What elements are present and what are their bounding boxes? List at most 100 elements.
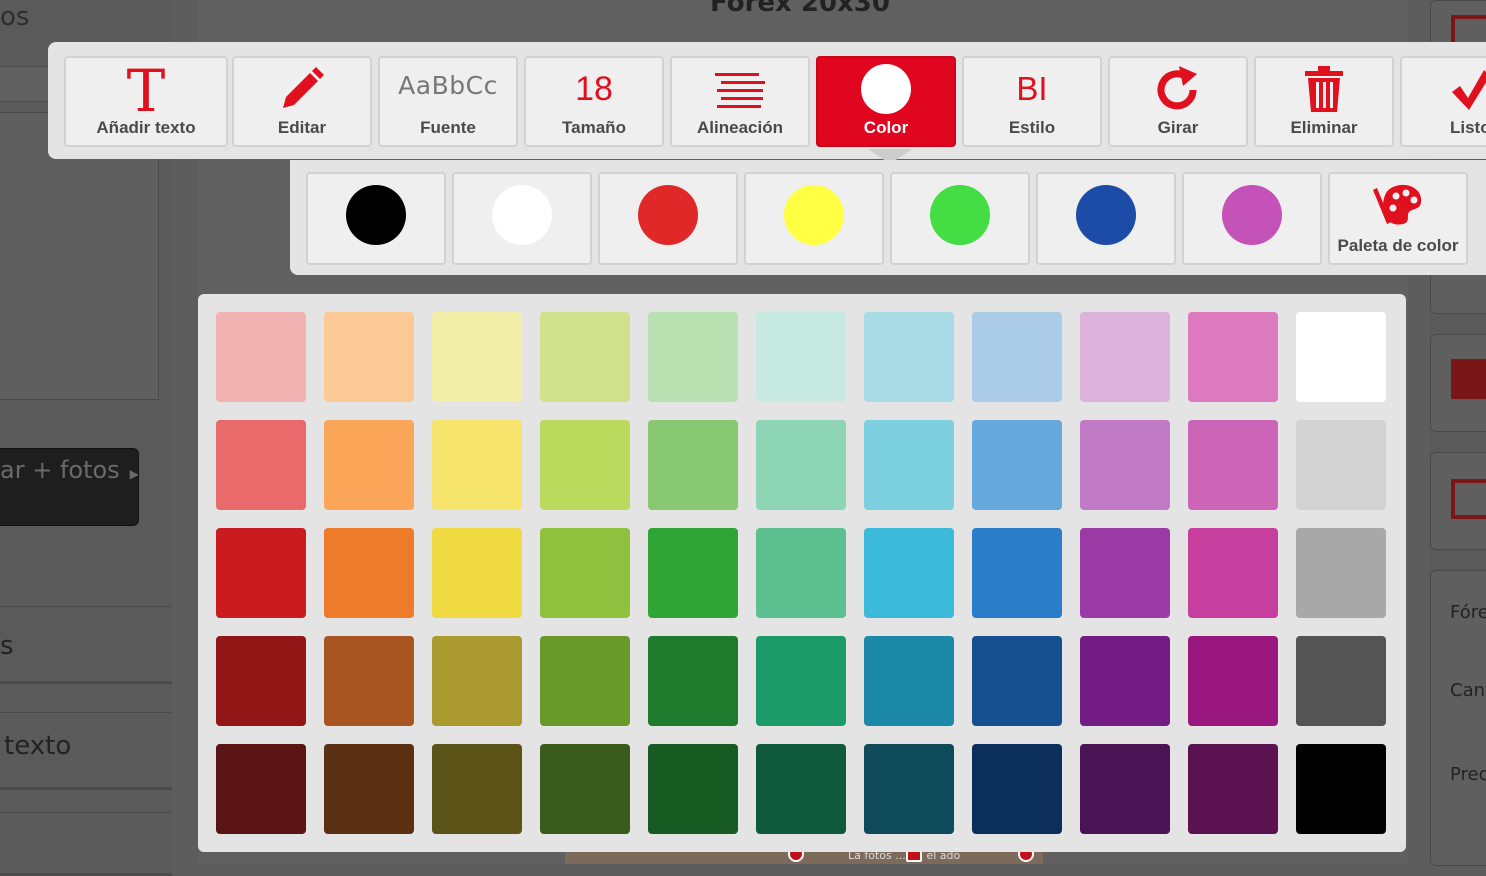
color-label: Color <box>863 118 909 137</box>
palette-swatch[interactable] <box>432 528 522 618</box>
palette-swatch[interactable] <box>648 420 738 510</box>
bold-italic-icon: BI <box>964 66 1100 112</box>
edit-button[interactable]: Editar <box>232 56 372 147</box>
sidebar-card-label: s <box>0 631 14 661</box>
palette-swatch[interactable] <box>1296 312 1386 402</box>
palette-swatch[interactable] <box>1080 528 1170 618</box>
quick-color-yellow[interactable] <box>744 172 884 265</box>
palette-swatch[interactable] <box>1080 312 1170 402</box>
palette-swatch[interactable] <box>324 636 414 726</box>
sidebar-card-label: texto <box>4 731 72 761</box>
add-text-label: Añadir texto <box>96 118 196 137</box>
add-photos-button[interactable]: ar + fotos ▶ <box>0 448 139 526</box>
palette-swatch[interactable] <box>972 744 1062 834</box>
palette-swatch[interactable] <box>972 636 1062 726</box>
palette-swatch[interactable] <box>648 528 738 618</box>
size-button[interactable]: 18 Tamaño <box>524 56 664 147</box>
delete-button[interactable]: Eliminar <box>1254 56 1394 147</box>
color-dot <box>346 185 406 245</box>
rotate-label: Girar <box>1157 118 1199 137</box>
quick-color-red[interactable] <box>598 172 738 265</box>
style-label: Estilo <box>1008 118 1056 137</box>
font-sample-text: AaBbCc <box>398 70 498 100</box>
palette-swatch[interactable] <box>324 528 414 618</box>
palette-swatch[interactable] <box>756 312 846 402</box>
palette-swatch[interactable] <box>972 420 1062 510</box>
palette-swatch[interactable] <box>1188 636 1278 726</box>
palette-swatch[interactable] <box>756 528 846 618</box>
palette-swatch[interactable] <box>1296 420 1386 510</box>
palette-swatch[interactable] <box>216 420 306 510</box>
palette-swatch[interactable] <box>756 636 846 726</box>
palette-swatch[interactable] <box>1080 420 1170 510</box>
color-dot-icon <box>818 64 954 114</box>
palette-swatch[interactable] <box>1188 744 1278 834</box>
palette-swatch[interactable] <box>1080 636 1170 726</box>
palette-swatch[interactable] <box>216 528 306 618</box>
quick-color-purple[interactable] <box>1182 172 1322 265</box>
text-toolbar: T Añadir texto Editar AaBbCc Fuente 18 T… <box>48 42 1486 159</box>
palette-swatch[interactable] <box>756 420 846 510</box>
palette-swatch[interactable] <box>1080 744 1170 834</box>
paint-palette-icon <box>1330 182 1466 228</box>
add-photos-label: ar + fotos <box>0 456 120 484</box>
palette-swatch[interactable] <box>540 528 630 618</box>
palette-swatch[interactable] <box>216 636 306 726</box>
color-palette-button[interactable]: Paleta de color <box>1328 172 1468 265</box>
color-button[interactable]: Color <box>816 56 956 147</box>
font-button[interactable]: AaBbCc Fuente <box>378 56 518 147</box>
align-lines-icon <box>672 66 808 112</box>
palette-swatch[interactable] <box>216 312 306 402</box>
palette-swatch[interactable] <box>432 744 522 834</box>
quick-color-green[interactable] <box>890 172 1030 265</box>
palette-swatch[interactable] <box>540 420 630 510</box>
palette-swatch[interactable] <box>1296 636 1386 726</box>
palette-swatch[interactable] <box>864 744 954 834</box>
color-dot <box>1222 185 1282 245</box>
quick-color-black[interactable] <box>306 172 446 265</box>
palette-swatch[interactable] <box>648 312 738 402</box>
quick-color-blue[interactable] <box>1036 172 1176 265</box>
palette-swatch[interactable] <box>540 312 630 402</box>
canvas-title: Forex 20x30 <box>710 0 890 18</box>
palette-swatch[interactable] <box>324 312 414 402</box>
rotate-button[interactable]: Girar <box>1108 56 1248 147</box>
palette-swatch[interactable] <box>1188 420 1278 510</box>
palette-swatch[interactable] <box>648 744 738 834</box>
palette-swatch[interactable] <box>432 420 522 510</box>
palette-swatch[interactable] <box>432 312 522 402</box>
palette-swatch[interactable] <box>648 636 738 726</box>
style-button[interactable]: BI Estilo <box>962 56 1102 147</box>
sidebar-card[interactable] <box>0 812 172 876</box>
palette-swatch[interactable] <box>1188 312 1278 402</box>
palette-swatch[interactable] <box>972 312 1062 402</box>
right-card[interactable] <box>1430 452 1486 550</box>
quick-color-white[interactable] <box>452 172 592 265</box>
palette-swatch[interactable] <box>864 528 954 618</box>
palette-swatch[interactable] <box>756 744 846 834</box>
palette-swatch[interactable] <box>864 420 954 510</box>
palette-swatch[interactable] <box>540 744 630 834</box>
palette-swatch[interactable] <box>864 636 954 726</box>
palette-swatch[interactable] <box>324 744 414 834</box>
palette-swatch[interactable] <box>432 636 522 726</box>
price-label: Prec <box>1450 764 1486 785</box>
sidebar-card[interactable]: s <box>0 606 172 684</box>
align-button[interactable]: Alineación <box>670 56 810 147</box>
palette-swatch[interactable] <box>216 744 306 834</box>
align-label: Alineación <box>697 118 783 137</box>
right-card[interactable] <box>1430 334 1486 432</box>
color-dot <box>784 185 844 245</box>
add-text-button[interactable]: T Añadir texto <box>64 56 228 147</box>
palette-label: Paleta de color <box>1337 236 1459 255</box>
palette-swatch[interactable] <box>540 636 630 726</box>
palette-swatch[interactable] <box>972 528 1062 618</box>
palette-swatch[interactable] <box>1188 528 1278 618</box>
sidebar-card-text[interactable]: texto <box>0 712 172 790</box>
done-button[interactable]: Listo <box>1400 56 1486 147</box>
palette-swatch[interactable] <box>864 312 954 402</box>
palette-swatch[interactable] <box>1296 528 1386 618</box>
palette-swatch[interactable] <box>1296 744 1386 834</box>
color-palette-grid <box>198 294 1406 852</box>
palette-swatch[interactable] <box>324 420 414 510</box>
